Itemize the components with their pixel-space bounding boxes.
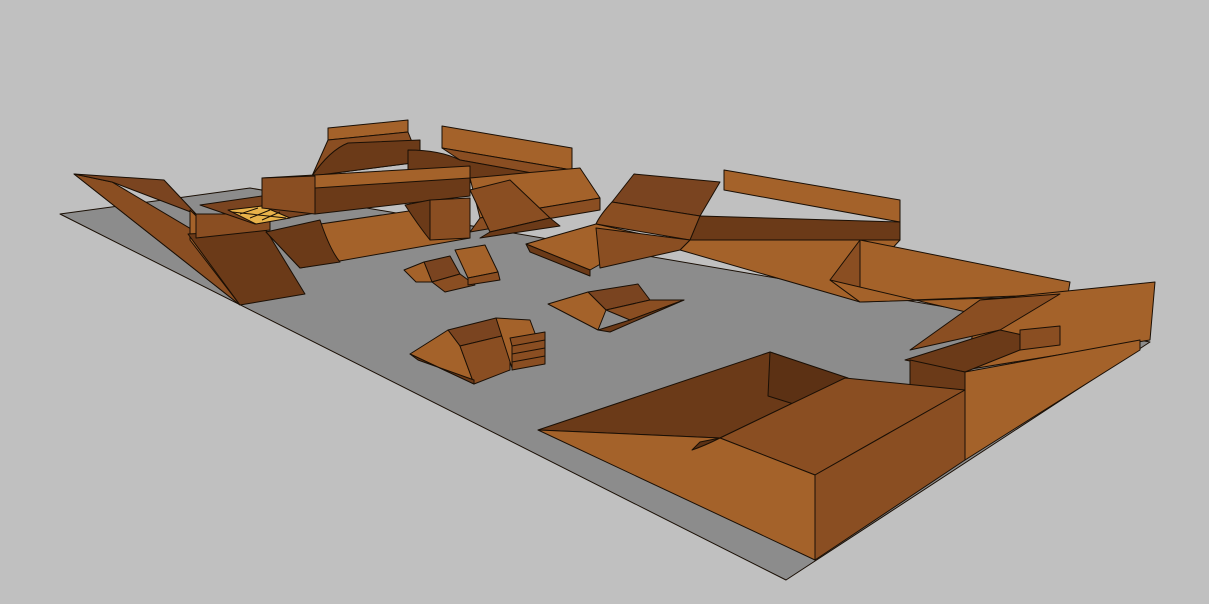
3d-viewport[interactable] xyxy=(0,0,1209,599)
skatepark-model xyxy=(59,119,1156,581)
